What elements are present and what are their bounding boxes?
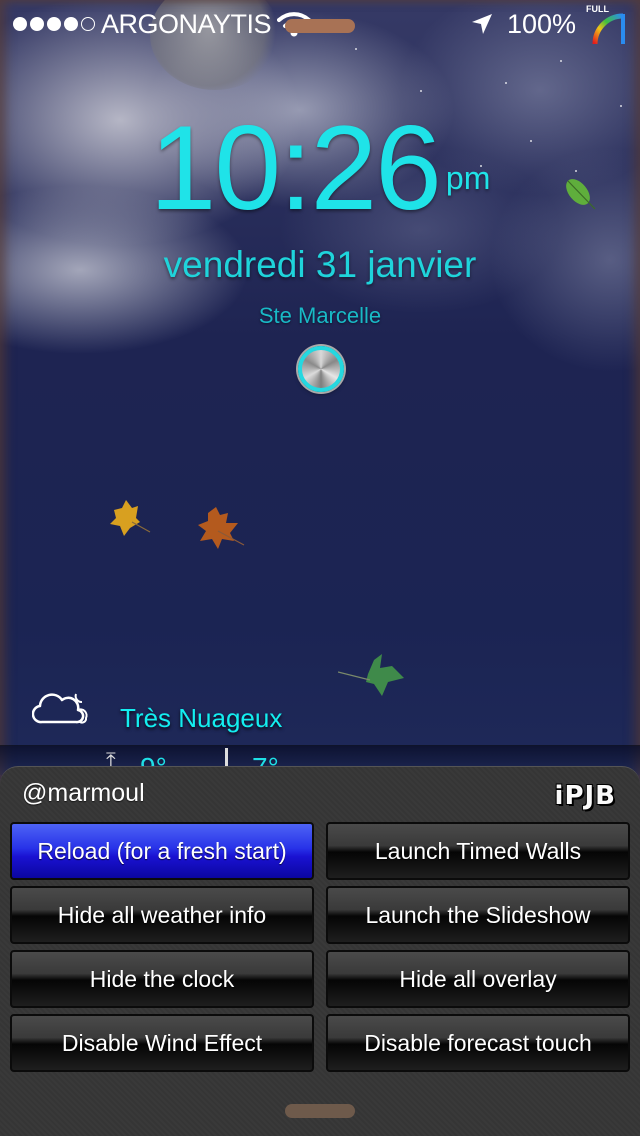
disable-forecast-touch-button[interactable]: Disable forecast touch: [326, 1014, 630, 1072]
clock-time: 10:26: [149, 101, 442, 235]
clock-ampm: pm: [445, 160, 491, 196]
status-right: 100% FULL: [471, 0, 640, 48]
battery-gauge-icon: FULL: [586, 4, 628, 46]
yellow-maple-leaf-icon: [110, 500, 151, 536]
hide-overlay-button[interactable]: Hide all overlay: [326, 950, 630, 1008]
signal-dot: [13, 17, 27, 31]
green-leaf-icon: [566, 179, 596, 210]
launch-slideshow-button[interactable]: Launch the Slideshow: [326, 886, 630, 944]
clock: 10:26 pm: [0, 108, 640, 228]
orange-maple-leaf-icon: [198, 507, 245, 549]
launch-timed-walls-button[interactable]: Launch Timed Walls: [326, 822, 630, 880]
signal-dot: [64, 17, 78, 31]
signal-dot: [30, 17, 44, 31]
cloud-moon-icon: [32, 693, 88, 724]
date-label: vendredi 31 janvier: [163, 244, 477, 285]
location-arrow-icon: [471, 14, 492, 34]
control-panel: @marmoul iPJB Reload (for a fresh start)…: [0, 766, 640, 1136]
panel-username: @marmoul: [22, 779, 145, 807]
panel-button-grid: Reload (for a fresh start) Launch Timed …: [10, 822, 630, 1072]
menu-toggle-knob[interactable]: [298, 346, 344, 392]
signal-dot: [47, 17, 61, 31]
signal-strength-icon: [13, 17, 95, 31]
location-label: Ste Marcelle: [258, 303, 382, 328]
signal-dot: [81, 17, 95, 31]
disable-wind-effect-button[interactable]: Disable Wind Effect: [10, 1014, 314, 1072]
ipjb-logo: iPJB: [554, 781, 616, 811]
green-maple-leaf-icon: [338, 654, 404, 696]
panel-drag-handle[interactable]: [285, 1104, 355, 1118]
battery-percent: 100%: [506, 8, 576, 39]
carrier-name: ARGONAYTIS: [101, 8, 272, 39]
notification-center-grabber[interactable]: [285, 19, 355, 33]
battery-gauge-label: FULL: [586, 4, 609, 14]
reload-button[interactable]: Reload (for a fresh start): [10, 822, 314, 880]
hide-weather-info-button[interactable]: Hide all weather info: [10, 886, 314, 944]
hide-clock-button[interactable]: Hide the clock: [10, 950, 314, 1008]
weather-condition: Très Nuageux: [120, 703, 283, 733]
